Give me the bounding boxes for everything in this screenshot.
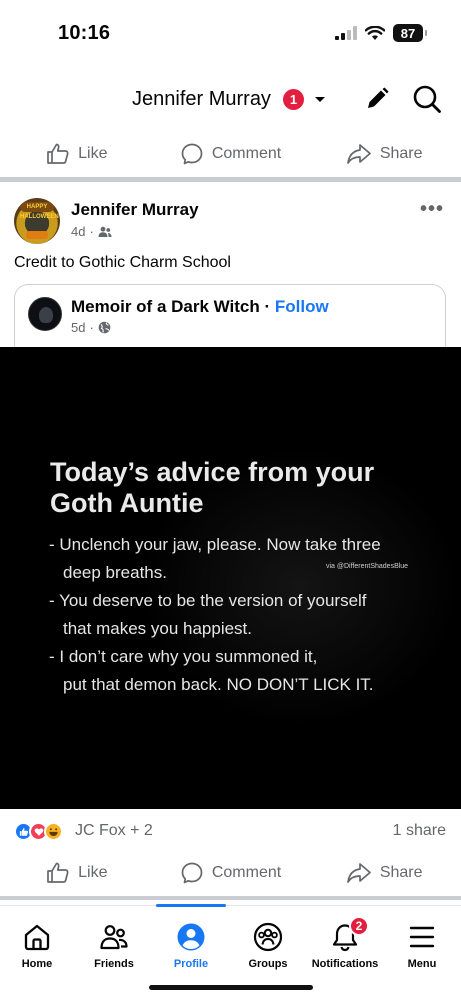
status-time: 10:16 xyxy=(58,22,111,44)
tab-groups[interactable]: Groups xyxy=(228,906,308,970)
groups-icon xyxy=(253,922,283,952)
thumbs-up-icon xyxy=(47,862,69,883)
share-button[interactable]: Share xyxy=(307,134,461,174)
profile-header: Jennifer Murray 1 xyxy=(0,80,461,122)
share-button[interactable]: Share xyxy=(307,853,461,893)
like-label: Like xyxy=(78,145,108,162)
home-icon xyxy=(24,924,50,951)
post-caption: Credit to Gothic Charm School xyxy=(14,254,231,271)
haha-reaction-icon xyxy=(44,822,63,841)
header-separator: · xyxy=(259,297,275,316)
image-watermark: via @DifferentShadesBlue xyxy=(326,563,409,570)
like-button[interactable]: Like xyxy=(0,134,154,174)
share-arrow-icon xyxy=(346,863,371,883)
comment-bubble-icon xyxy=(181,143,203,165)
image-text-line: - Unclench your jaw, please. Now take th… xyxy=(49,535,381,554)
share-label: Share xyxy=(379,145,423,162)
like-button[interactable]: Like xyxy=(0,853,154,893)
tab-label: Home xyxy=(21,958,53,970)
post-header: HAPPY HALLOWEEN Jennifer Murray 4d · ••• xyxy=(0,196,461,246)
tab-label: Profile xyxy=(173,958,209,970)
comment-label: Comment xyxy=(211,145,282,162)
tab-profile[interactable]: Profile xyxy=(151,906,231,970)
image-text-line: that makes you happiest. xyxy=(63,619,253,638)
notifications-badge: 2 xyxy=(349,916,369,936)
page-avatar[interactable] xyxy=(28,297,62,331)
battery-indicator: 87 xyxy=(393,24,427,42)
search-icon[interactable] xyxy=(412,84,442,114)
image-text-line: put that demon back. NO DON’T LICK IT. xyxy=(63,675,374,694)
reaction-names[interactable]: JC Fox + 2 xyxy=(75,822,153,840)
friends-audience-icon xyxy=(98,226,112,237)
globe-icon xyxy=(98,321,111,334)
follow-button[interactable]: Follow xyxy=(275,297,329,316)
tab-menu[interactable]: Menu xyxy=(382,906,461,970)
comment-label: Comment xyxy=(211,864,282,881)
reactions-summary[interactable]: JC Fox + 2 1 share xyxy=(0,820,461,844)
shared-post-time[interactable]: 5d xyxy=(71,320,85,335)
tab-notifications[interactable]: 2 Notifications xyxy=(305,906,385,970)
image-text-line: - I don’t care why you summoned it, xyxy=(49,647,318,666)
wifi-icon xyxy=(365,25,385,40)
reaction-icons xyxy=(14,822,63,841)
avatar-banner: HAPPY HALLOWEEN xyxy=(20,202,59,220)
hamburger-menu-icon xyxy=(409,926,435,948)
status-icons: 87 xyxy=(335,24,427,42)
cellular-signal-icon xyxy=(335,26,357,40)
tab-home[interactable]: Home xyxy=(0,906,77,970)
post-meta: 4d · xyxy=(71,224,112,239)
share-label: Share xyxy=(379,864,423,881)
share-count[interactable]: 1 share xyxy=(393,822,446,840)
feed-divider xyxy=(0,177,461,182)
author-avatar[interactable]: HAPPY HALLOWEEN xyxy=(14,198,60,244)
image-title: Today’s advice from your Goth Auntie xyxy=(50,457,375,518)
post-image[interactable]: Today’s advice from your Goth Auntie - U… xyxy=(0,347,461,809)
share-arrow-icon xyxy=(346,144,371,164)
image-text-line: - You deserve to be the version of yours… xyxy=(49,591,367,610)
post-time[interactable]: 4d xyxy=(71,224,85,239)
profile-notification-badge: 1 xyxy=(283,89,304,110)
shared-page-header: Memoir of a Dark Witch · Follow xyxy=(71,297,329,317)
tab-friends[interactable]: Friends xyxy=(74,906,154,970)
home-indicator xyxy=(149,985,313,990)
tab-label: Notifications xyxy=(311,958,379,970)
post-author[interactable]: Jennifer Murray xyxy=(71,200,199,220)
status-bar: 10:16 87 xyxy=(0,0,461,70)
tab-label: Friends xyxy=(94,958,134,970)
image-text-line: deep breaths. xyxy=(63,563,167,582)
tab-label: Menu xyxy=(407,958,437,970)
comment-bubble-icon xyxy=(181,862,203,884)
comment-button[interactable]: Comment xyxy=(154,134,308,174)
like-label: Like xyxy=(78,864,108,881)
profile-icon xyxy=(177,923,205,951)
tab-label: Groups xyxy=(248,958,288,970)
shared-page-name[interactable]: Memoir of a Dark Witch xyxy=(71,297,260,316)
edit-pencil-icon[interactable] xyxy=(364,86,390,112)
post-actions: Like Comment Share xyxy=(0,853,461,893)
previous-post-actions: Like Comment Share xyxy=(0,134,461,174)
more-options-icon[interactable]: ••• xyxy=(420,198,444,221)
feed-divider xyxy=(0,896,461,900)
chevron-down-icon[interactable] xyxy=(312,91,328,107)
shared-post-meta: 5d · xyxy=(71,320,111,335)
profile-name-switcher[interactable]: Jennifer Murray xyxy=(132,88,271,111)
comment-button[interactable]: Comment xyxy=(154,853,308,893)
friends-icon xyxy=(100,925,128,950)
thumbs-up-icon xyxy=(47,143,69,164)
